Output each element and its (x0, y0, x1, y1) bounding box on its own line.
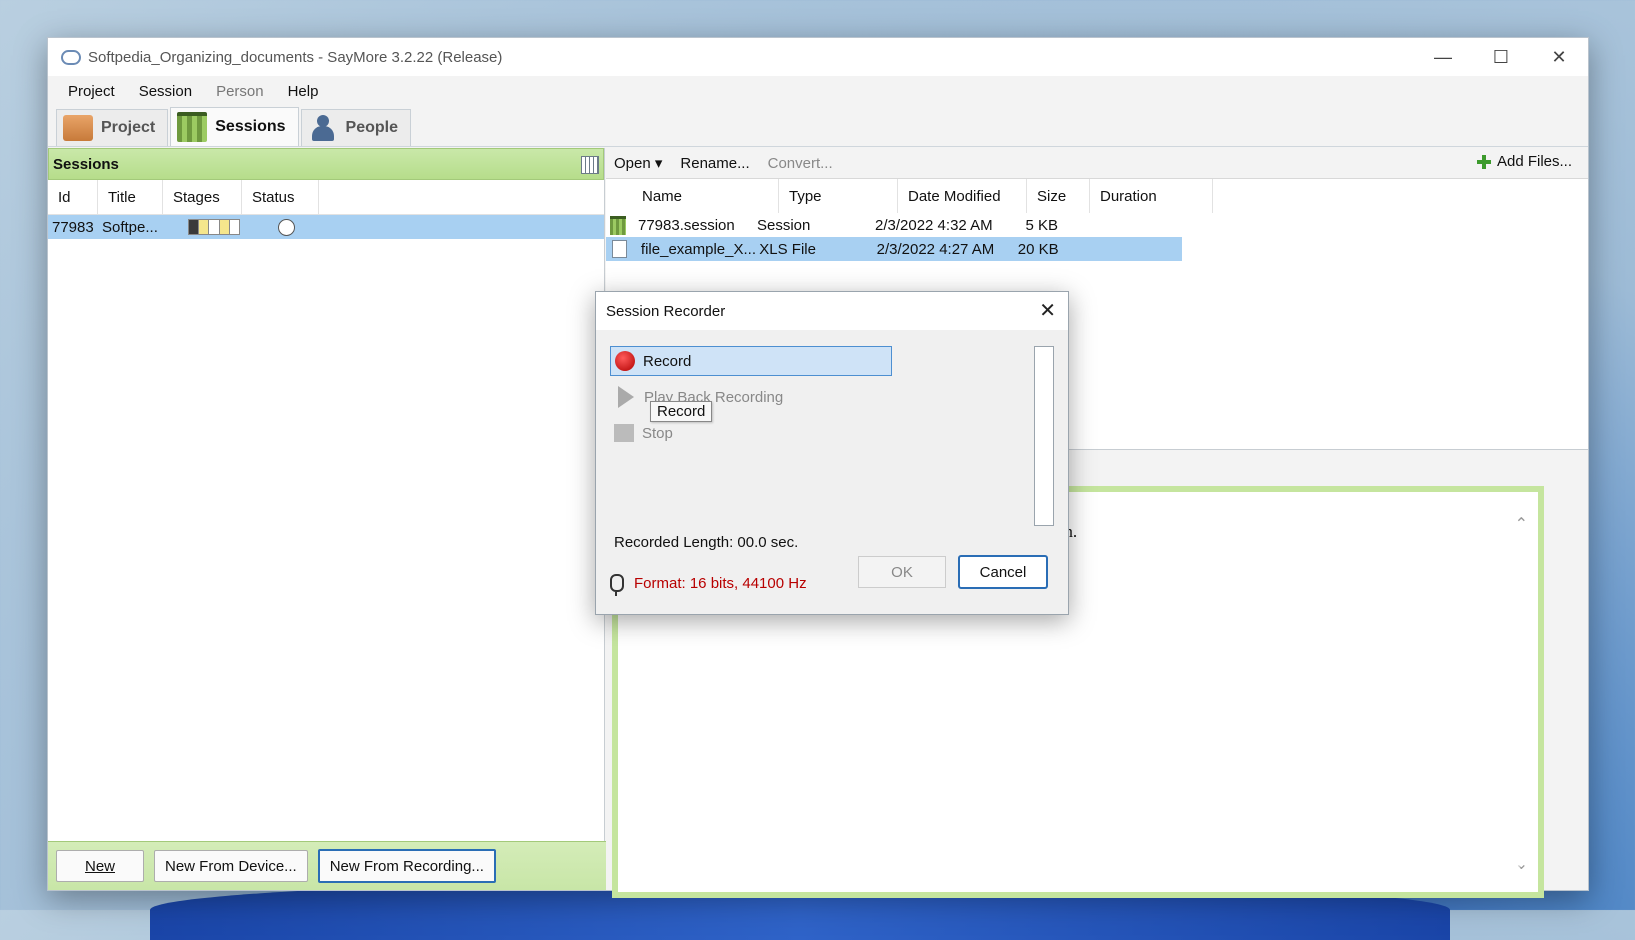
status-circle-icon (278, 218, 295, 236)
file-date: 2/3/2022 4:27 AM (876, 240, 995, 258)
column-header-date[interactable]: Date Modified (898, 179, 1027, 213)
tab-project-label: Project (101, 119, 156, 136)
open-label: Open (614, 155, 651, 172)
file-duration (1063, 237, 1182, 261)
recorded-length: Recorded Length: 00.0 sec. (614, 534, 799, 551)
column-header-duration[interactable]: Duration (1090, 179, 1213, 213)
session-title: Softpe... (102, 218, 158, 236)
file-size: 5 KB (1025, 216, 1058, 234)
window-controls: — ☐ ✕ (1414, 38, 1588, 76)
file-date: 2/3/2022 4:32 AM (875, 216, 993, 234)
file-type: XLS File (759, 240, 816, 258)
column-header-status[interactable]: Status (242, 180, 319, 214)
list-item[interactable]: 77983.session Session 2/3/2022 4:32 AM 5… (606, 213, 1588, 237)
menu-bar: Project Session Person Help (48, 76, 1588, 106)
person-icon (308, 115, 338, 141)
convert-button[interactable]: Convert... (768, 155, 833, 172)
open-menu-button[interactable]: Open ▾ (614, 154, 662, 172)
record-label: Record (643, 352, 692, 370)
new-session-label: New (84, 857, 115, 875)
softpedia-watermark: SOFTPEDIA (1344, 850, 1525, 883)
add-files-button[interactable]: Add Files... (1476, 153, 1572, 170)
session-recorder-dialog: Session Recorder ✕ Record Play Back Reco… (595, 291, 1069, 615)
new-from-recording-button[interactable]: New From Recording... (317, 849, 496, 883)
menu-help[interactable]: Help (284, 81, 323, 102)
record-tooltip: Record (650, 401, 713, 422)
tab-people[interactable]: People (300, 109, 411, 146)
cancel-button[interactable]: Cancel (958, 555, 1048, 589)
minimize-button[interactable]: — (1414, 38, 1472, 76)
tab-people-label: People (345, 119, 398, 136)
dialog-title: Session Recorder (606, 302, 726, 320)
ok-button[interactable]: OK (858, 556, 946, 588)
stop-icon (614, 424, 634, 442)
column-header-stages[interactable]: Stages (163, 180, 242, 214)
sessions-title: Sessions (53, 155, 119, 173)
menu-person[interactable]: Person (212, 81, 268, 102)
dropdown-arrow-icon: ▾ (654, 155, 663, 172)
tab-sessions-label: Sessions (215, 118, 286, 135)
table-row[interactable]: 77983 Softpe... (48, 215, 604, 239)
file-name: file_example_X... (640, 240, 756, 258)
play-icon (618, 386, 634, 408)
microphone-icon (610, 574, 624, 596)
sessions-footer: New New From Device... New From Recordin… (48, 841, 612, 890)
clapperboard-icon (177, 112, 208, 142)
session-stages (174, 215, 244, 239)
new-session-button[interactable]: New (56, 850, 144, 882)
document-icon (612, 240, 627, 258)
new-from-device-button[interactable]: New From Device... (154, 850, 308, 882)
session-status (244, 215, 308, 239)
column-header-size[interactable]: Size (1027, 179, 1090, 213)
column-header-id[interactable]: Id (48, 180, 98, 214)
rename-button[interactable]: Rename... (680, 155, 749, 172)
scroll-up-icon[interactable]: ⌃ (1515, 514, 1528, 534)
tab-sessions[interactable]: Sessions (170, 107, 299, 146)
stop-button[interactable]: Stop (610, 420, 673, 446)
file-toolbar: Open ▾ Rename... Convert... Add Files... (606, 148, 1588, 179)
menu-session[interactable]: Session (135, 81, 196, 102)
file-name: 77983.session (638, 216, 735, 234)
view-tabs: Project Sessions People (48, 106, 1588, 147)
menu-project[interactable]: Project (64, 81, 119, 102)
tab-project[interactable]: Project (56, 109, 169, 146)
close-window-button[interactable]: ✕ (1530, 38, 1588, 76)
add-files-label: Add Files... (1496, 153, 1572, 170)
folder-icon (63, 115, 93, 141)
column-chooser-icon[interactable] (581, 156, 599, 174)
list-item[interactable]: file_example_X... XLS File 2/3/2022 4:27… (606, 237, 1182, 261)
column-header-type[interactable]: Type (779, 179, 898, 213)
format-info[interactable]: Format: 16 bits, 44100 Hz (610, 574, 807, 596)
file-grid-header: Name Type Date Modified Size Duration (606, 179, 1588, 213)
session-file-icon (610, 215, 626, 235)
record-icon (615, 351, 635, 371)
sessions-panel: Sessions Id Title Stages Status 77983 So… (48, 148, 612, 890)
file-duration (1062, 213, 1182, 237)
close-icon[interactable]: ✕ (1039, 298, 1056, 323)
stop-label: Stop (642, 424, 673, 442)
saymore-app-icon (60, 49, 81, 65)
file-type: Session (757, 216, 811, 234)
audio-level-meter (1034, 346, 1054, 526)
sessions-header: Sessions (48, 148, 604, 180)
maximize-button[interactable]: ☐ (1472, 38, 1530, 76)
file-size: 20 KB (1017, 240, 1059, 258)
stages-progress-icon (188, 219, 240, 235)
title-bar: Softpedia_Organizing_documents - SayMore… (48, 38, 1588, 76)
session-id: 77983 (52, 218, 94, 236)
dialog-title-bar: Session Recorder ✕ (596, 292, 1068, 330)
window-title: Softpedia_Organizing_documents - SayMore… (88, 48, 503, 66)
format-label: Format: 16 bits, 44100 Hz (634, 574, 807, 592)
plus-icon (1476, 154, 1491, 169)
column-header-title[interactable]: Title (98, 180, 163, 214)
recorder-actions: Record Play Back Recording Stop Record (610, 346, 1030, 546)
sessions-grid-header: Id Title Stages Status (48, 180, 604, 215)
column-header-name[interactable]: Name (606, 179, 779, 213)
record-button[interactable]: Record (610, 346, 892, 376)
